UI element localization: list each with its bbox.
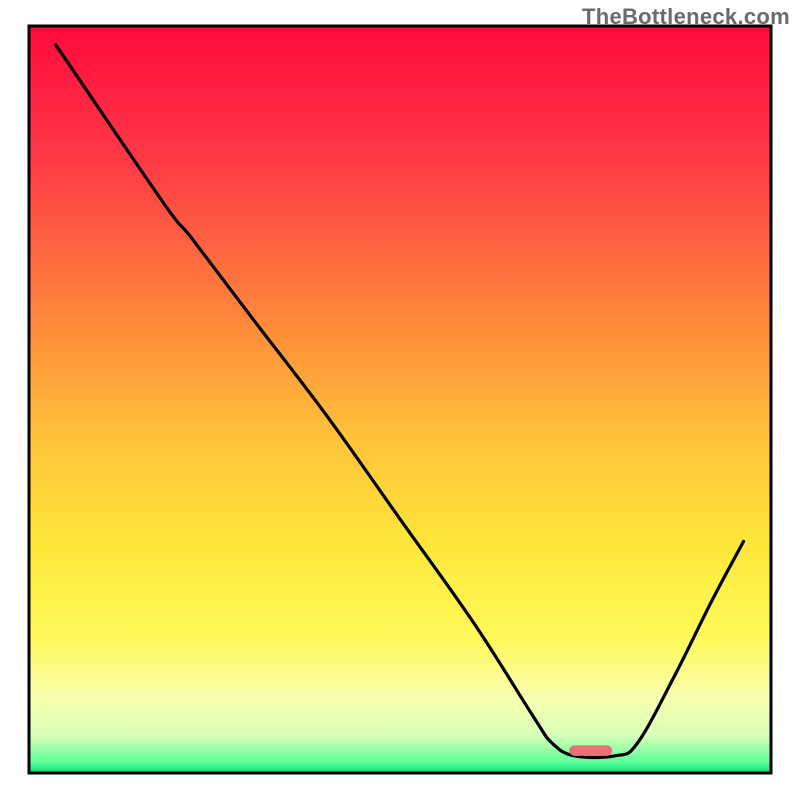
chart-background <box>29 26 771 773</box>
chart-container: TheBottleneck.com <box>0 0 800 800</box>
optimal-marker <box>569 745 612 755</box>
watermark-text: TheBottleneck.com <box>582 4 790 30</box>
chart-svg <box>0 0 800 800</box>
